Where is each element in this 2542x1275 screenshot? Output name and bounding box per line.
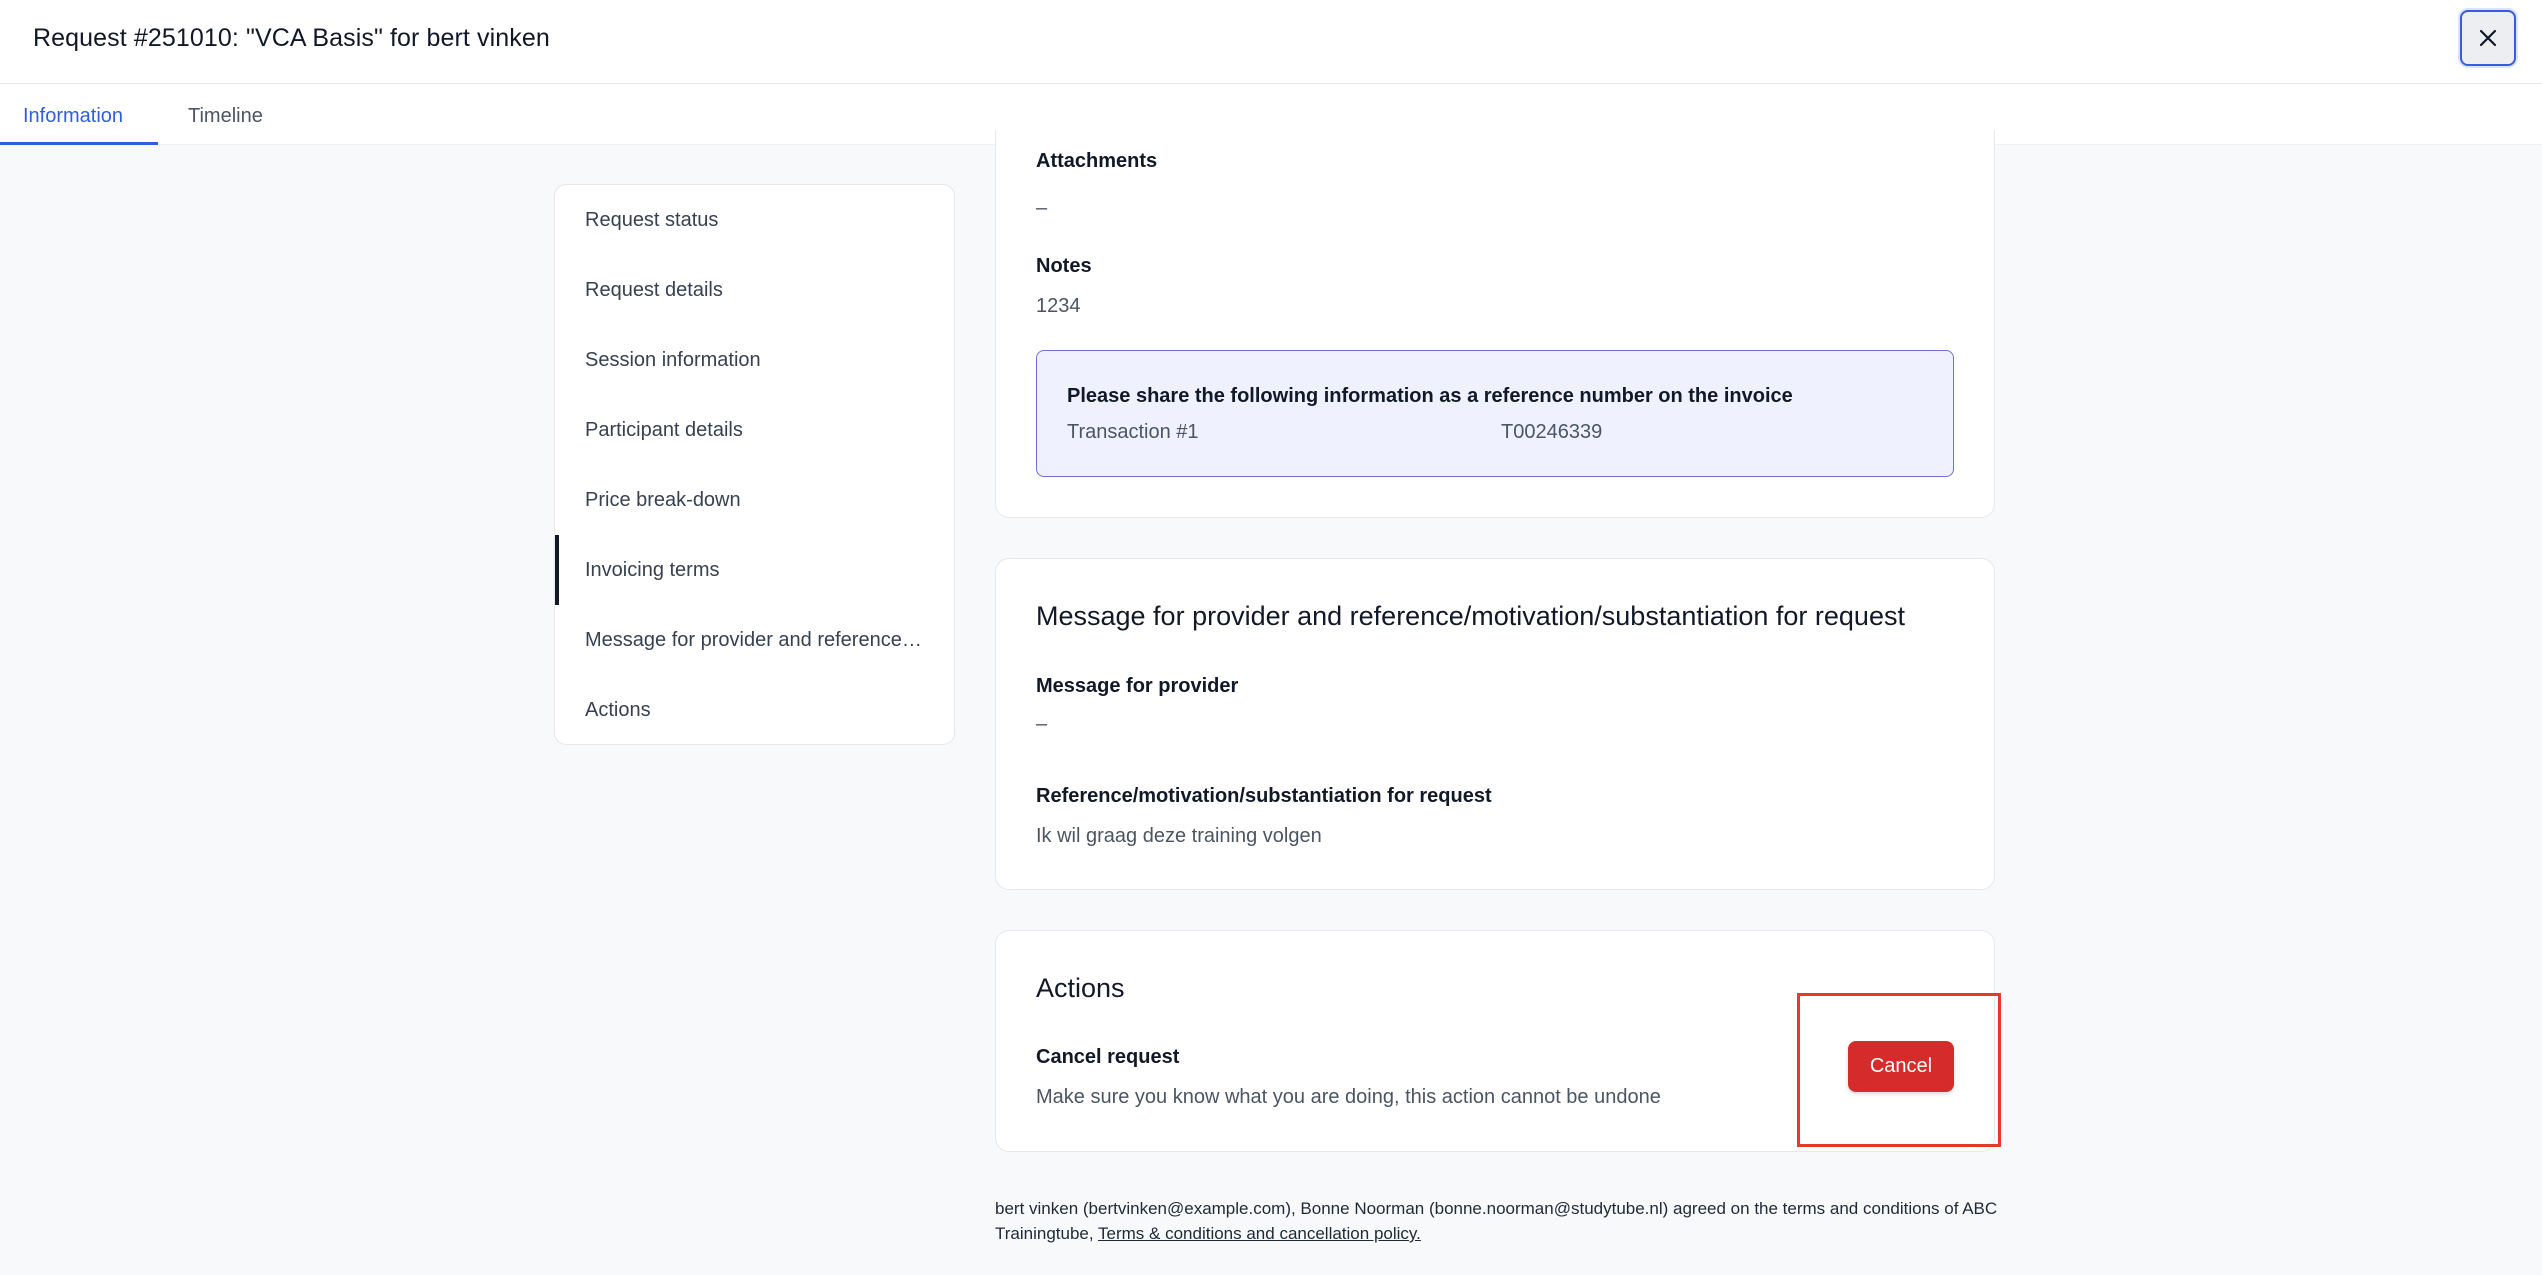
tab-timeline[interactable]: Timeline [165, 84, 286, 145]
invoicing-terms-card: Attachments – Notes 1234 Please share th… [995, 130, 1995, 518]
cancel-button[interactable]: Cancel [1848, 1041, 1954, 1092]
cancel-request-label: Cancel request [1036, 1046, 1180, 1068]
notes-value: 1234 [1036, 295, 1081, 317]
invoice-reference-title: Please share the following information a… [1067, 385, 1793, 407]
terms-agreement: bert vinken (bertvinken@example.com), Bo… [995, 1196, 2005, 1246]
attachments-label: Attachments [1036, 150, 1158, 172]
notes-label: Notes [1036, 255, 1092, 277]
message-for-provider-value: – [1036, 713, 1048, 735]
tab-information[interactable]: Information [0, 84, 158, 145]
cancel-request-description: Make sure you know what you are doing, t… [1036, 1086, 1661, 1108]
transaction-number: T00246339 [1501, 421, 1603, 443]
invoice-reference-box: Please share the following information a… [1036, 350, 1954, 477]
message-section-title: Message for provider and reference/motiv… [1036, 601, 1905, 631]
terms-link[interactable]: Terms & conditions and cancellation poli… [1098, 1224, 1421, 1243]
message-card: Message for provider and reference/motiv… [995, 558, 1995, 890]
sidebar-item-session-information[interactable]: Session information [555, 325, 955, 395]
sidebar-item-price-breakdown[interactable]: Price break-down [555, 465, 955, 535]
attachments-value: – [1036, 197, 1048, 219]
transaction-label: Transaction #1 [1067, 421, 1199, 443]
section-nav: Request status Request details Session i… [554, 184, 955, 745]
reference-motivation-label: Reference/motivation/substantiation for … [1036, 785, 1492, 807]
sidebar-item-request-details[interactable]: Request details [555, 255, 955, 325]
reference-motivation-value: Ik wil graag deze training volgen [1036, 825, 1322, 847]
sidebar-item-actions[interactable]: Actions [555, 675, 955, 745]
actions-section-title: Actions [1036, 973, 1125, 1003]
sidebar-item-invoicing-terms[interactable]: Invoicing terms [555, 535, 955, 605]
message-for-provider-label: Message for provider [1036, 675, 1239, 697]
sidebar-item-message-for-provider[interactable]: Message for provider and reference/motiv… [555, 605, 955, 675]
dialog-header: Request #251010: "VCA Basis" for bert vi… [0, 0, 2542, 84]
close-button[interactable] [2460, 10, 2516, 66]
sidebar-item-participant-details[interactable]: Participant details [555, 395, 955, 465]
close-icon [2479, 29, 2497, 47]
page-title: Request #251010: "VCA Basis" for bert vi… [33, 24, 550, 52]
sidebar-item-request-status[interactable]: Request status [555, 185, 955, 255]
